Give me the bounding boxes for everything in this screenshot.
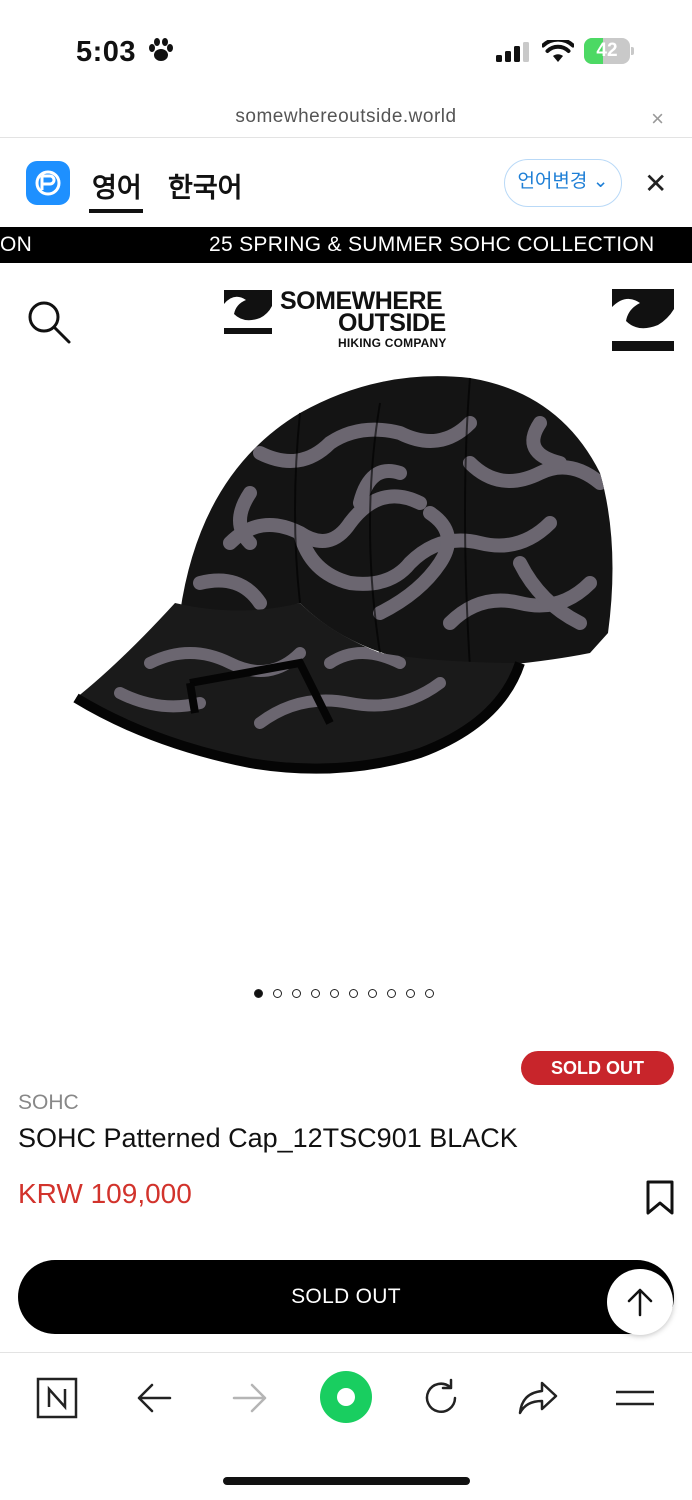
gallery-dot[interactable] xyxy=(311,988,320,998)
status-time: 5:03 xyxy=(76,36,137,68)
sold-out-badge: SOLD OUT xyxy=(521,1051,674,1085)
gallery-dot[interactable] xyxy=(330,988,339,998)
naver-green-icon[interactable] xyxy=(320,1371,372,1423)
product-brand[interactable]: SOHC xyxy=(18,1091,79,1115)
close-tab-icon[interactable]: × xyxy=(651,106,664,132)
announcement-banner[interactable]: ON 25 SPRING & SUMMER SOHC COLLECTION xyxy=(0,227,692,263)
gallery-pagination[interactable] xyxy=(254,987,444,999)
close-translate-icon[interactable]: ✕ xyxy=(644,167,667,200)
battery-text: 42 xyxy=(596,40,618,61)
url-text[interactable]: somewhereoutside.world xyxy=(0,106,692,128)
banner-text-prev: ON xyxy=(0,233,33,256)
gallery-dot[interactable] xyxy=(406,988,415,998)
gallery-dot[interactable] xyxy=(292,988,301,998)
banner-text: 25 SPRING & SUMMER SOHC COLLECTION xyxy=(209,233,655,256)
gallery-dot[interactable] xyxy=(273,988,282,998)
signal-icon xyxy=(496,42,529,62)
menu-icon[interactable] xyxy=(614,1377,656,1419)
wifi-icon xyxy=(542,40,574,62)
sold-out-button[interactable]: SOLD OUT xyxy=(18,1260,674,1334)
brand-mark-icon[interactable] xyxy=(612,289,674,351)
gallery-dot[interactable] xyxy=(368,988,377,998)
logo-line3: HIKING COMPANY xyxy=(338,336,447,350)
paw-icon xyxy=(149,38,173,61)
search-icon[interactable] xyxy=(26,299,72,345)
tab-source-language[interactable]: 영어 xyxy=(92,166,142,205)
home-indicator xyxy=(223,1477,470,1485)
active-tab-indicator xyxy=(89,209,143,213)
site-logo[interactable]: SOMEWHERE OUTSIDE HIKING COMPANY xyxy=(224,287,474,350)
gallery-dot[interactable] xyxy=(425,988,434,998)
change-language-button[interactable]: 언어변경 ⌄ xyxy=(504,159,622,207)
translate-bar: 영어 한국어 언어변경 ⌄ ✕ xyxy=(0,139,692,227)
share-icon[interactable] xyxy=(516,1377,560,1419)
logo-line2: OUTSIDE xyxy=(338,309,446,337)
naver-icon[interactable] xyxy=(36,1377,78,1419)
gallery-dot[interactable] xyxy=(254,988,263,998)
papago-icon xyxy=(26,161,70,205)
arrow-up-icon xyxy=(627,1288,653,1317)
cap-illustration xyxy=(73,376,613,774)
product-name: SOHC Patterned Cap_12TSC901 BLACK xyxy=(18,1123,518,1153)
logo-mark-icon xyxy=(224,290,272,334)
scroll-top-button[interactable] xyxy=(607,1269,673,1335)
battery-indicator: 42 xyxy=(584,38,634,64)
back-icon[interactable] xyxy=(134,1377,174,1419)
status-bar: 5:03 42 xyxy=(0,0,692,100)
gallery-dot[interactable] xyxy=(387,988,396,998)
tab-target-language[interactable]: 한국어 xyxy=(168,166,243,205)
reload-icon[interactable] xyxy=(420,1377,462,1419)
gallery-dot[interactable] xyxy=(349,988,358,998)
product-price: KRW 109,000 xyxy=(18,1178,192,1209)
site-header: SOMEWHERE OUTSIDE HIKING COMPANY xyxy=(0,263,692,363)
bookmark-icon[interactable] xyxy=(645,1180,675,1216)
forward-icon[interactable] xyxy=(230,1377,270,1419)
url-bar[interactable]: somewhereoutside.world × xyxy=(0,100,692,138)
product-image[interactable] xyxy=(0,363,692,973)
